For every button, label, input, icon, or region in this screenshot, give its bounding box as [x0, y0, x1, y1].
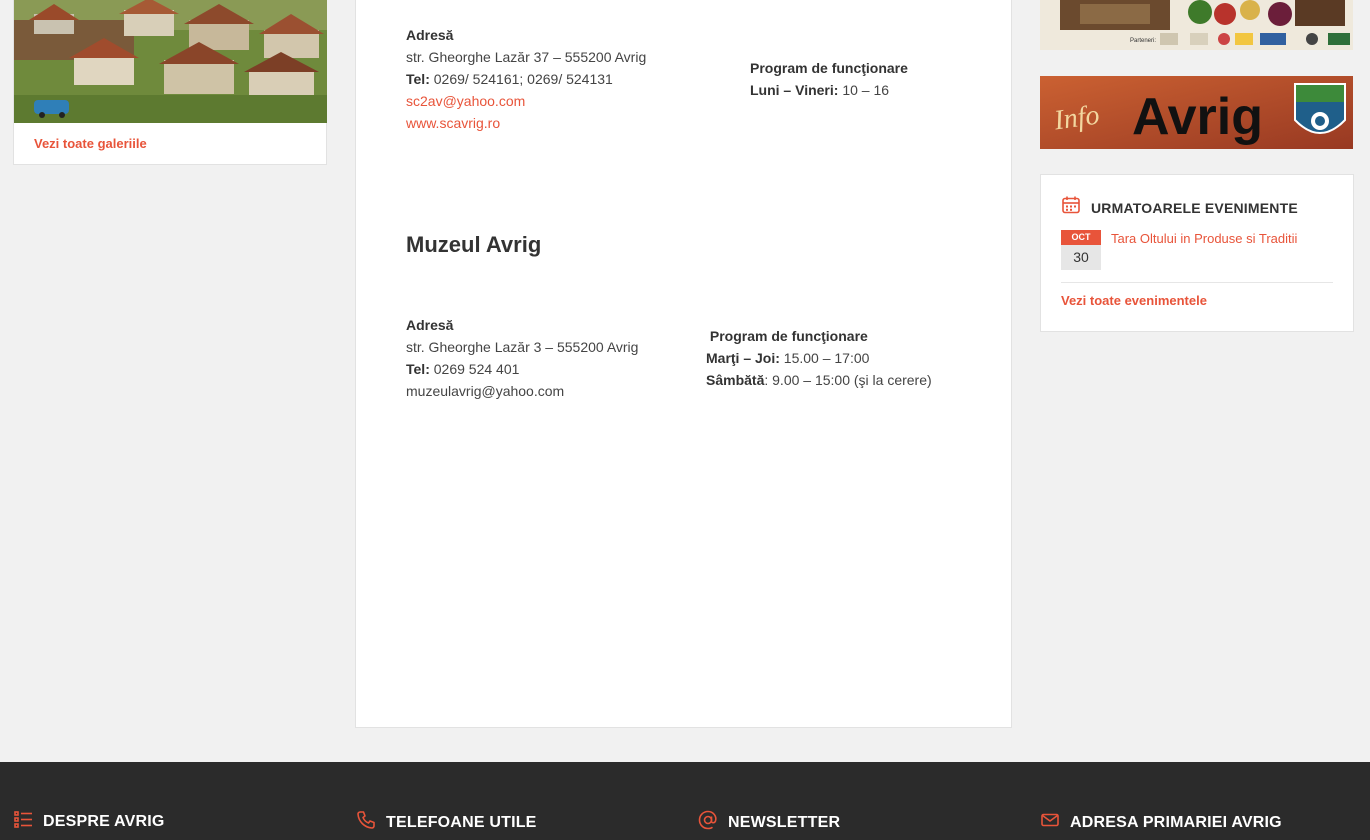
museum-weekdays-hours: 15.00 – 17:00 [779, 350, 870, 366]
footer-title-telefoane: TELEFOANE UTILE [386, 813, 537, 831]
footer-col-telefoane: TELEFOANE UTILE [356, 810, 537, 835]
info-avrig-banner[interactable]: Info Avrig [1040, 76, 1353, 149]
museum-saturday-hours: : 9.00 – 15:00 (şi la cerere) [764, 372, 932, 388]
events-header: URMATOARELE EVENIMENTE [1061, 195, 1298, 220]
partners-banner[interactable]: Parteneri: [1040, 0, 1353, 50]
event-month: OCT [1061, 230, 1101, 245]
museum-saturday-label: Sâmbătă [706, 372, 765, 388]
museum-tel-label: Tel: [406, 361, 430, 377]
info-text: Info [1051, 99, 1101, 136]
events-widget: URMATOARELE EVENIMENTE OCT 30 Tara Oltul… [1040, 174, 1354, 332]
sca-email-link[interactable]: sc2av@yahoo.com [406, 93, 525, 109]
footer: DESPRE AVRIG TELEFOANE UTILE NEWSLETTER … [0, 762, 1370, 840]
sca-days-label: Luni – Vineri: [750, 82, 839, 98]
event-date-badge: OCT 30 [1061, 230, 1101, 270]
avrig-text: Avrig [1132, 88, 1263, 146]
museum-address: str. Gheorghe Lazăr 3 – 555200 Avrig [406, 339, 639, 355]
events-title: URMATOARELE EVENIMENTE [1091, 199, 1298, 216]
divider [1061, 282, 1333, 283]
footer-title-despre: DESPRE AVRIG [43, 813, 165, 830]
sca-tel-label: Tel: [406, 71, 430, 87]
museum-weekdays-label: Marţi – Joi: [706, 350, 780, 366]
all-galleries-link[interactable]: Vezi toate galeriile [34, 136, 147, 151]
footer-title-adresa: ADRESA PRIMARIEI AVRIG [1070, 813, 1282, 831]
all-events-link[interactable]: Vezi toate evenimentele [1061, 293, 1207, 308]
sca-hours-value: 10 – 16 [838, 82, 890, 98]
footer-title-newsletter: NEWSLETTER [728, 813, 841, 831]
sca-hours: Program de funcţionare Luni – Vineri: 10… [750, 57, 908, 101]
museum-info: Adresă str. Gheorghe Lazăr 3 – 555200 Av… [406, 314, 638, 402]
calendar-icon [1061, 195, 1081, 220]
footer-col-despre: DESPRE AVRIG [14, 810, 165, 834]
mail-icon [1040, 810, 1060, 835]
museum-tel: 0269 524 401 [429, 361, 520, 377]
event-day: 30 [1073, 249, 1089, 265]
museum-title: Muzeul Avrig [406, 232, 542, 257]
sca-tel: 0269/ 524161; 0269/ 524131 [429, 71, 613, 87]
museum-hours-label: Program de funcţionare [709, 328, 868, 344]
footer-col-adresa: ADRESA PRIMARIEI AVRIG [1040, 810, 1282, 835]
at-icon [698, 810, 718, 835]
sca-address-label: Adresă [406, 27, 454, 43]
sca-address: str. Gheorghe Lazăr 37 – 555200 Avrig [406, 49, 647, 65]
footer-col-newsletter: NEWSLETTER [698, 810, 840, 835]
museum-hours: Program de funcţionare Marţi – Joi: 15.0… [706, 325, 932, 391]
partners-label: Parteneri: [1130, 38, 1156, 44]
museum-address-label: Adresă [406, 317, 454, 333]
event-link[interactable]: Tara Oltului in Produse si Traditii [1111, 231, 1297, 246]
gallery-image[interactable] [14, 0, 327, 123]
sca-info: Adresă str. Gheorghe Lazăr 37 – 555200 A… [406, 24, 646, 134]
list-icon [14, 810, 33, 834]
sca-hours-label: Program de funcţionare [750, 60, 908, 76]
gallery-widget: Vezi toate galeriile [13, 0, 327, 165]
museum-email: muzeulavrig@yahoo.com [406, 383, 565, 399]
content-card: Adresă str. Gheorghe Lazăr 37 – 555200 A… [355, 0, 1012, 728]
sca-website-link[interactable]: www.scavrig.ro [406, 115, 500, 131]
phone-icon [356, 810, 376, 835]
